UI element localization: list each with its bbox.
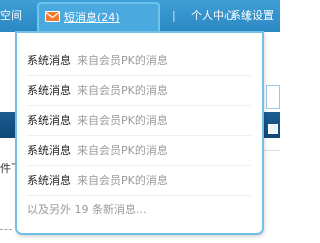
background-search-input[interactable] [266, 85, 280, 109]
message-type: 系统消息 [27, 54, 71, 67]
messages-link[interactable]: 短消息(24) [64, 9, 120, 27]
background-checkbox[interactable] [268, 124, 278, 134]
message-item[interactable]: 系统消息 来自会员PK的消息 [27, 76, 251, 106]
message-type: 系统消息 [27, 144, 71, 157]
more-messages-link[interactable]: 以及另外 19 条新消息... [27, 201, 146, 219]
nav-link-settings[interactable]: 系统设置 [230, 7, 274, 25]
message-type: 系统消息 [27, 174, 71, 187]
messages-dropdown: 系统消息 来自会员PK的消息 系统消息 来自会员PK的消息 系统消息 来自会员PK的消… [15, 31, 264, 235]
message-type: 系统消息 [27, 84, 71, 97]
message-source: 来自会员PK的消息 [77, 144, 168, 157]
message-item[interactable]: 系统消息 来自会员PK的消息 [27, 136, 251, 166]
message-source: 来自会员PK的消息 [77, 114, 168, 127]
mail-icon [45, 11, 60, 22]
messages-tab[interactable]: 短消息(24) [37, 2, 160, 32]
nav-link-profile[interactable]: 个人中心 [191, 7, 235, 25]
background-dashed-divider [0, 229, 12, 230]
message-source: 来自会员PK的消息 [77, 84, 168, 97]
nav-separator: | [172, 9, 176, 22]
message-type: 系统消息 [27, 114, 71, 127]
top-nav-bar: 空间 短消息(24) | 个人中心 | 系统设置 [0, 0, 280, 32]
nav-link-space[interactable]: 空间 [0, 7, 22, 25]
message-source: 来自会员PK的消息 [77, 174, 168, 187]
message-item[interactable]: 系统消息 来自会员PK的消息 [27, 166, 251, 196]
message-item[interactable]: 系统消息 来自会员PK的消息 [27, 46, 251, 76]
message-source: 来自会员PK的消息 [77, 54, 168, 67]
message-item[interactable]: 系统消息 来自会员PK的消息 [27, 106, 251, 136]
background-divider [264, 150, 280, 151]
